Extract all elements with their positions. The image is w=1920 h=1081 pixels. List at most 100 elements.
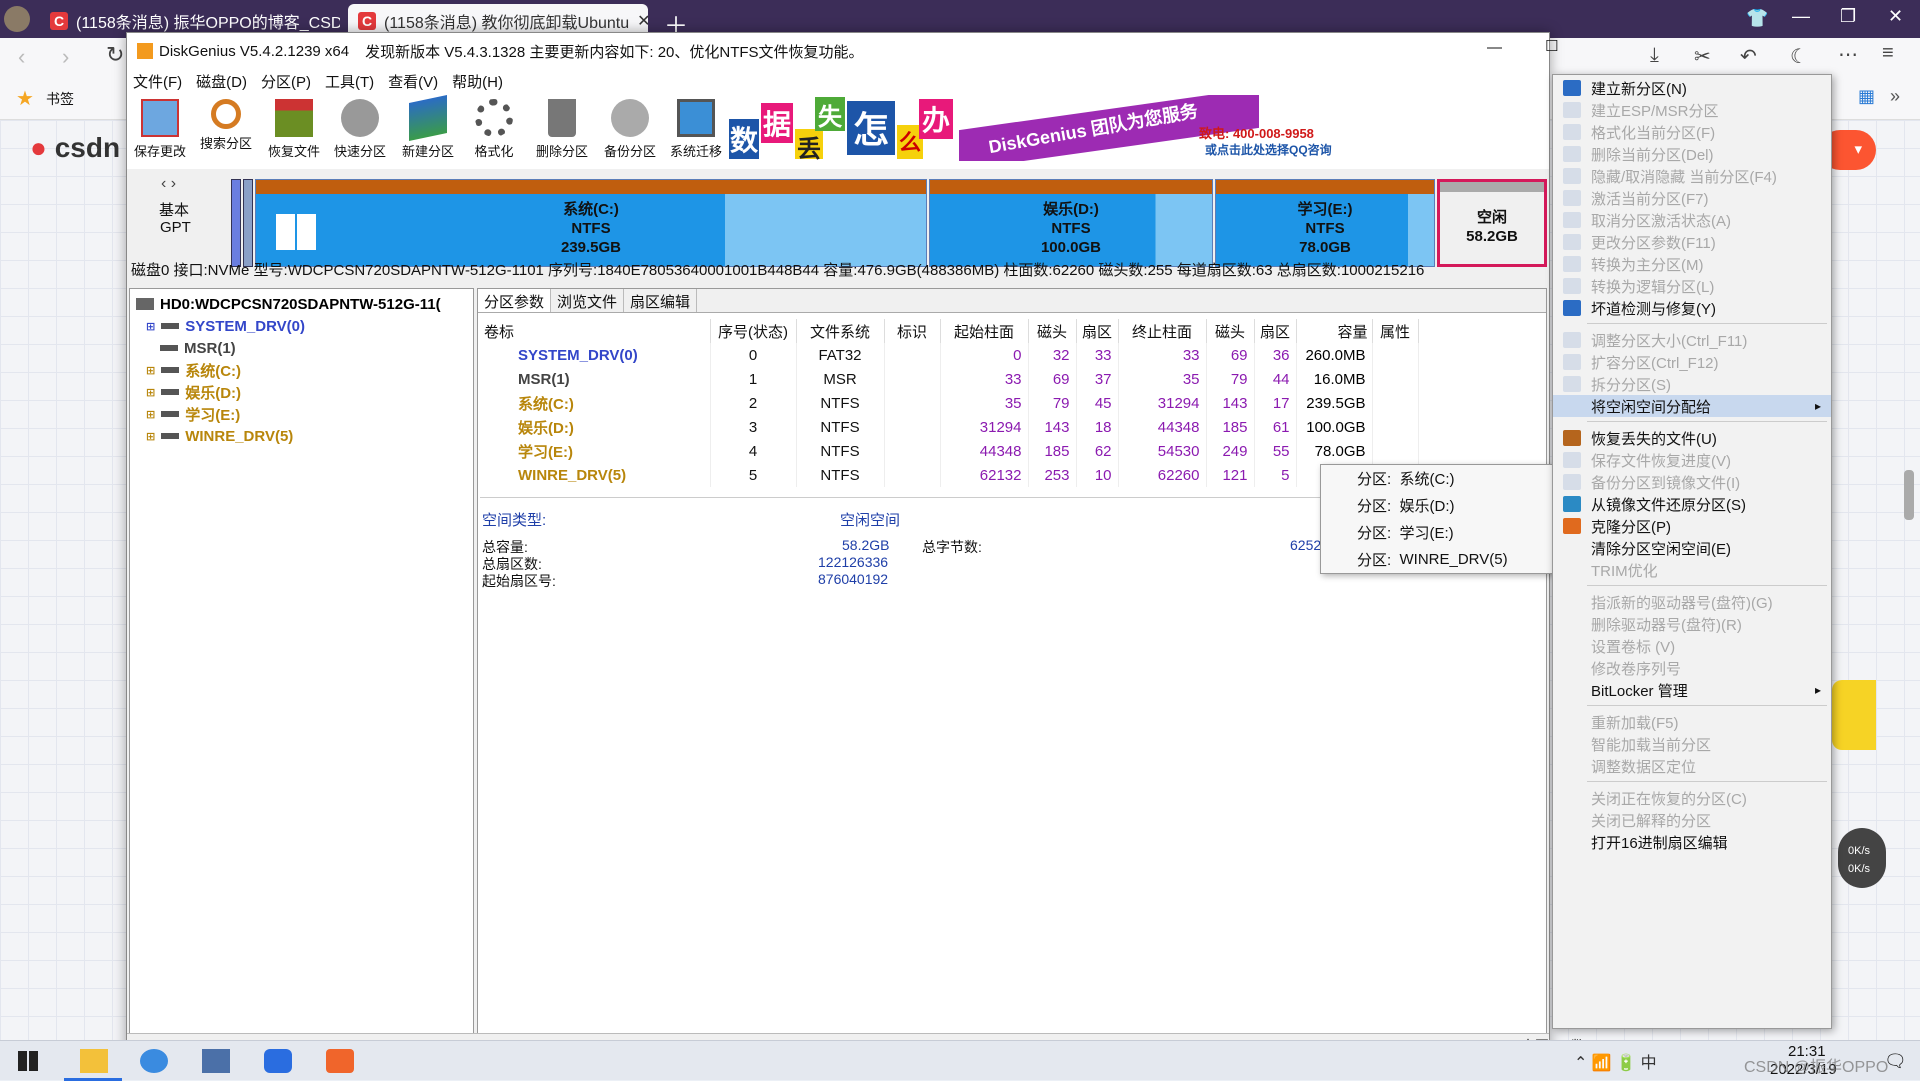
tree-root[interactable]: HD0:WDCPCSN720SDAPNTW-512G-11( (130, 293, 473, 315)
tree-item[interactable]: ⊞ WINRE_DRV(5) (130, 425, 473, 447)
context-menu-item[interactable]: 建立ESP/MSR分区 (1553, 99, 1831, 121)
context-menu-item[interactable]: 调整分区大小(Ctrl_F11) (1553, 329, 1831, 351)
context-menu-item[interactable]: 转换为主分区(M) (1553, 253, 1831, 275)
taskbar-app-icon[interactable] (202, 1049, 230, 1073)
context-menu-item[interactable]: 清除分区空闲空间(E) (1553, 537, 1831, 559)
tree-item[interactable]: ⊞ 娱乐(D:) (130, 381, 473, 403)
context-menu-item[interactable]: 扩容分区(Ctrl_F12) (1553, 351, 1831, 373)
expand-bookmarks-icon[interactable]: » (1890, 86, 1900, 107)
context-menu-item[interactable]: 转换为逻辑分区(L) (1553, 275, 1831, 297)
context-menu-item[interactable]: 指派新的驱动器号(盘符)(G) (1553, 591, 1831, 613)
delete-partition-button[interactable]: 删除分区 (529, 99, 595, 163)
expand-icon[interactable]: ⊞ (146, 430, 155, 443)
shirt-icon[interactable]: 👕 (1746, 8, 1768, 29)
save-changes-button[interactable]: 保存更改 (127, 99, 193, 163)
context-menu-item[interactable]: 拆分分区(S) (1553, 373, 1831, 395)
context-menu-item[interactable]: 坏道检测与修复(Y) (1553, 297, 1831, 319)
tree-item[interactable]: ⊞ 学习(E:) (130, 403, 473, 425)
notification-icon[interactable]: 🗨 (1884, 1051, 1907, 1072)
tab-sector-edit[interactable]: 扇区编辑 (624, 289, 698, 312)
tree-item[interactable]: ⊞ 系统(C:) (130, 359, 473, 381)
tree-item[interactable]: MSR(1) (130, 337, 473, 359)
maximize-icon[interactable]: ☐ (1545, 37, 1558, 55)
windows-start-icon[interactable] (18, 1051, 38, 1071)
context-menu-item[interactable]: 删除驱动器号(盘符)(R) (1553, 613, 1831, 635)
menu-file[interactable]: 文件(F) (133, 71, 182, 92)
table-row[interactable]: 学习(E:) 4 NTFS 44348 185 62 54530 249 55 78.0GB (480, 439, 1419, 463)
update-notice[interactable]: 发现新版本 V5.4.3.1328 主要更新内容如下: 20、优化NTFS文件恢… (365, 41, 863, 62)
calendar-icon[interactable]: ▦ (1858, 86, 1875, 107)
menu-tools[interactable]: 工具(T) (325, 71, 374, 92)
quick-partition-button[interactable]: 快速分区 (327, 99, 393, 163)
expand-icon[interactable]: ⊞ (146, 364, 155, 377)
backup-partition-button[interactable]: 备份分区 (597, 99, 663, 163)
search-partition-button[interactable]: 搜索分区 (193, 99, 259, 163)
tray-icons[interactable]: ⌃ 📶 🔋 中 (1574, 1049, 1657, 1073)
context-menu-item[interactable]: 隐藏/取消隐藏 当前分区(F4) (1553, 165, 1831, 187)
context-menu-item[interactable]: 备份分区到镜像文件(I) (1553, 471, 1831, 493)
context-menu-item[interactable]: 格式化当前分区(F) (1553, 121, 1831, 143)
night-mode-icon[interactable]: ☾ (1790, 44, 1808, 69)
context-menu-item[interactable]: 设置卷标 (V) (1553, 635, 1831, 657)
restore-browser-icon[interactable]: ❐ (1840, 6, 1856, 27)
cut-icon[interactable]: ✂ (1694, 44, 1711, 69)
context-menu-item[interactable]: 关闭正在恢复的分区(C) (1553, 787, 1831, 809)
system-migrate-button[interactable]: 系统迁移 (663, 99, 729, 163)
taskbar-app-icon[interactable] (140, 1049, 168, 1073)
tab-partition-params[interactable]: 分区参数 (478, 289, 552, 312)
free-space-block[interactable]: 空闲 58.2GB (1437, 179, 1547, 267)
context-menu-item[interactable]: 更改分区参数(F11) (1553, 231, 1831, 253)
context-menu-item[interactable]: 建立新分区(N) (1553, 77, 1831, 99)
star-icon[interactable]: ★ (16, 86, 34, 111)
table-row[interactable]: SYSTEM_DRV(0) 0 FAT32 0 32 33 33 69 36 260.0MB (480, 343, 1419, 367)
expand-icon[interactable]: ⊞ (146, 320, 155, 333)
close-browser-icon[interactable]: ✕ (1888, 6, 1903, 27)
back-icon[interactable]: ‹ (18, 44, 25, 70)
context-menu-item[interactable]: 修改卷序列号 (1553, 657, 1831, 679)
reload-icon[interactable]: ↻ (106, 42, 124, 68)
context-menu-item[interactable]: 将空闲空间分配给 ▸ (1553, 395, 1831, 417)
context-menu-item[interactable]: TRIM优化 (1553, 559, 1831, 581)
bookmarks-label[interactable]: 书签 (46, 89, 74, 109)
partition-block-d[interactable]: 娱乐(D:) NTFS 100.0GB (929, 179, 1213, 267)
taskbar-app-icon[interactable] (264, 1049, 292, 1073)
context-menu-item[interactable]: 克隆分区(P) (1553, 515, 1831, 537)
recover-files-button[interactable]: 恢复文件 (261, 99, 327, 163)
context-menu-item[interactable]: 智能加载当前分区 (1553, 733, 1831, 755)
new-partition-button[interactable]: 新建分区 (395, 94, 461, 163)
context-menu-item[interactable]: 关闭已解释的分区 (1553, 809, 1831, 831)
context-menu-item[interactable]: 激活当前分区(F7) (1553, 187, 1831, 209)
submenu-item[interactable]: 分区: 学习(E:) (1321, 519, 1553, 546)
disk-nav-arrows-icon[interactable]: ‹ › (161, 175, 176, 193)
context-menu-item[interactable]: 重新加载(F5) (1553, 711, 1831, 733)
menu-help[interactable]: 帮助(H) (452, 71, 503, 92)
menu-view[interactable]: 查看(V) (388, 71, 438, 92)
context-menu-item[interactable]: 取消分区激活状态(A) (1553, 209, 1831, 231)
table-row[interactable]: MSR(1) 1 MSR 33 69 37 35 79 44 16.0MB (480, 367, 1419, 391)
file-explorer-icon[interactable] (80, 1049, 108, 1073)
small-partition-bar[interactable] (243, 179, 253, 267)
csdn-logo[interactable]: ● csdn (30, 132, 120, 164)
minimize-browser-icon[interactable]: — (1792, 6, 1810, 27)
submenu-item[interactable]: 分区: WINRE_DRV(5) (1321, 546, 1553, 573)
context-menu-item[interactable]: 打开16进制扇区编辑 (1553, 831, 1831, 853)
partition-block-c[interactable]: 系统(C:) NTFS 239.5GB (255, 179, 927, 267)
submenu-item[interactable]: 分区: 系统(C:) (1321, 465, 1553, 492)
context-menu-item[interactable]: BitLocker 管理 ▸ (1553, 679, 1831, 701)
more-icon[interactable]: ⋯ (1838, 42, 1858, 67)
format-button[interactable]: 格式化 (461, 99, 527, 163)
table-row[interactable]: 系统(C:) 2 NTFS 35 79 45 31294 143 17 239.5GB (480, 391, 1419, 415)
download-icon[interactable]: ⤓ (1650, 44, 1659, 67)
table-row[interactable]: 娱乐(D:) 3 NTFS 31294 143 18 44348 185 61 100.0GB (480, 415, 1419, 439)
menu-disk[interactable]: 磁盘(D) (196, 71, 247, 92)
menu-icon[interactable]: ≡ (1882, 42, 1894, 65)
close-tab-icon[interactable]: ✕ (637, 11, 648, 31)
context-menu-item[interactable]: 从镜像文件还原分区(S) (1553, 493, 1831, 515)
forward-icon[interactable]: › (62, 44, 69, 70)
taskbar-diskgenius-icon[interactable] (326, 1049, 354, 1073)
tab-browse-files[interactable]: 浏览文件 (551, 289, 625, 312)
expand-icon[interactable]: ⊞ (146, 386, 155, 399)
tree-item[interactable]: ⊞ SYSTEM_DRV(0) (130, 315, 473, 337)
context-menu-item[interactable]: 调整数据区定位 (1553, 755, 1831, 777)
menu-partition[interactable]: 分区(P) (261, 71, 311, 92)
